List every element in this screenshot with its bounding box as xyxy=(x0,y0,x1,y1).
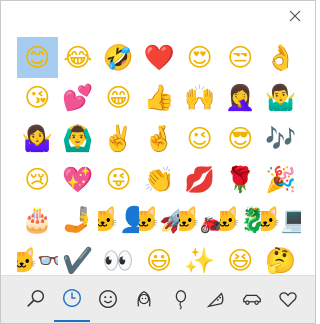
emoji-cell[interactable]: 😒 xyxy=(220,37,261,78)
pizza-food-icon xyxy=(206,292,224,308)
emoji-cell[interactable]: 😁 xyxy=(98,78,139,119)
tab-people[interactable] xyxy=(126,276,162,322)
emoji-cell[interactable]: 😘 xyxy=(17,78,58,119)
emoji-cell[interactable]: 💋 xyxy=(179,159,220,200)
emoji-cell[interactable]: 🎉 xyxy=(261,159,302,200)
tab-smileys[interactable] xyxy=(90,276,126,322)
tab-symbols[interactable] xyxy=(270,276,306,322)
emoji-cell[interactable]: 😉 xyxy=(179,118,220,159)
emoji-cell[interactable]: 🌹 xyxy=(220,159,261,200)
emoji-grid: 😊 😂 🤣 ❤️ 😍 😒 👌 😘 💕 😁 👍 🙌 🤦‍♀️ 🤷‍♂️ 🤷‍♀️ … xyxy=(17,37,301,281)
emoji-cell[interactable]: 😢 xyxy=(17,159,58,200)
emoji-cell[interactable]: 👍 xyxy=(139,78,180,119)
emoji-cell[interactable]: 😂 xyxy=(58,37,99,78)
emoji-cell[interactable]: 🙌 xyxy=(179,78,220,119)
tab-food[interactable] xyxy=(198,276,234,322)
emoji-cell[interactable]: 👌 xyxy=(261,37,302,78)
emoji-cell[interactable]: 🤦‍♀️ xyxy=(220,78,261,119)
close-button[interactable] xyxy=(285,7,305,25)
recently-used-clock-icon xyxy=(63,289,81,307)
emoji-cell[interactable]: 🐱‍👤 xyxy=(98,199,139,240)
smiley-face-icon xyxy=(99,290,117,308)
emoji-cell[interactable]: 😊 xyxy=(17,37,58,78)
emoji-cell[interactable]: 💖 xyxy=(58,159,99,200)
emoji-cell[interactable]: 🤣 xyxy=(98,37,139,78)
tab-transport[interactable] xyxy=(234,276,270,322)
tab-recently-used[interactable] xyxy=(54,276,90,322)
category-toolbar xyxy=(1,275,315,323)
emoji-cell[interactable]: 🤳 xyxy=(58,199,99,240)
emoji-cell[interactable]: 💕 xyxy=(58,78,99,119)
emoji-cell[interactable]: ✌️ xyxy=(98,118,139,159)
emoji-cell[interactable]: 🐱‍💻 xyxy=(261,199,302,240)
emoji-cell[interactable]: 🎶 xyxy=(261,118,302,159)
tab-celebrations[interactable] xyxy=(162,276,198,322)
emoji-cell[interactable]: 🐱‍🐉 xyxy=(220,199,261,240)
emoji-cell[interactable]: ❤️ xyxy=(139,37,180,78)
emoji-panel: 😊 😂 🤣 ❤️ 😍 😒 👌 😘 💕 😁 👍 🙌 🤦‍♀️ 🤷‍♂️ 🤷‍♀️ … xyxy=(0,0,316,324)
emoji-cell[interactable]: 🤞 xyxy=(139,118,180,159)
close-icon xyxy=(289,10,301,22)
car-transport-icon xyxy=(243,294,261,305)
emoji-cell[interactable]: 🐱‍🏍 xyxy=(179,199,220,240)
tab-search[interactable] xyxy=(18,276,54,322)
emoji-cell[interactable]: 👏 xyxy=(139,159,180,200)
emoji-cell[interactable]: 😜 xyxy=(98,159,139,200)
emoji-cell[interactable]: 🎂 xyxy=(17,199,58,240)
heart-symbols-icon xyxy=(279,292,297,308)
people-face-icon xyxy=(137,290,151,307)
emoji-cell[interactable]: 🤷‍♂️ xyxy=(261,78,302,119)
emoji-cell[interactable]: 🤷‍♀️ xyxy=(17,118,58,159)
emoji-cell[interactable]: 😍 xyxy=(179,37,220,78)
balloon-celebration-icon xyxy=(175,290,187,310)
emoji-cell[interactable]: 🐱‍🚀 xyxy=(139,199,180,240)
search-icon xyxy=(27,290,45,307)
emoji-cell[interactable]: 🙆‍♂️ xyxy=(58,118,99,159)
emoji-cell[interactable]: 😎 xyxy=(220,118,261,159)
